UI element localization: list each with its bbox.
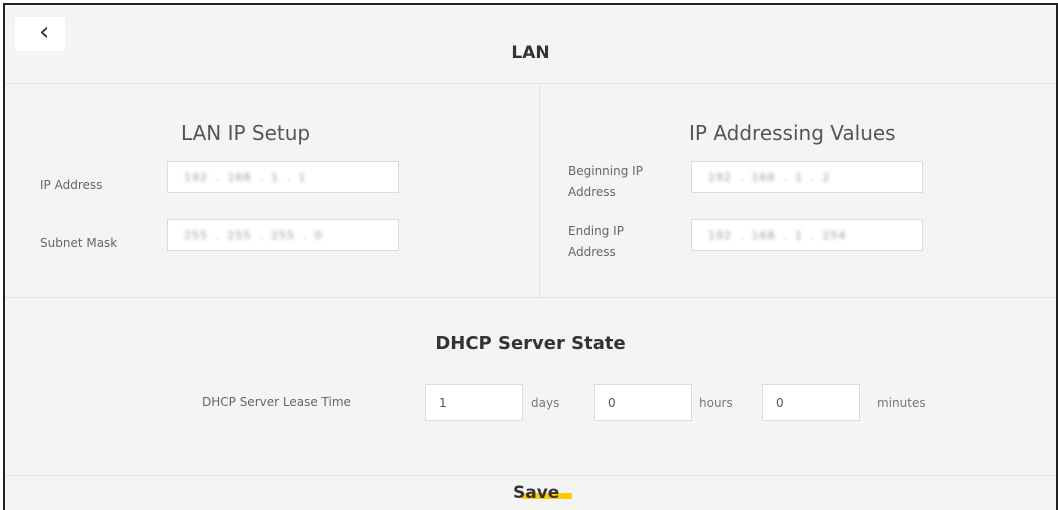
ending-ip-label-line1: Ending IP (568, 224, 624, 238)
mask-octet-3: 255 (271, 228, 295, 242)
octet-separator: . (259, 228, 264, 242)
ip-octet-1: 192 (184, 170, 208, 184)
lease-time-label: DHCP Server Lease Time (202, 395, 351, 409)
mask-octet-2: 255 (227, 228, 252, 242)
back-chevron-icon[interactable]: ‹ (39, 19, 49, 45)
ip-addressing-title: IP Addressing Values (689, 121, 896, 145)
ip-octet-4: 1 (298, 170, 307, 184)
lease-minutes-input[interactable]: 0 (762, 384, 860, 421)
dhcp-server-state-title: DHCP Server State (435, 333, 626, 354)
begin-octet-4: 2 (822, 170, 831, 184)
end-octet-3: 1 (795, 228, 803, 242)
subnet-mask-label: Subnet Mask (40, 236, 118, 250)
octet-separator: . (303, 228, 307, 242)
ending-ip-label: Ending IP Address (568, 221, 624, 263)
octet-separator: . (740, 170, 744, 184)
octet-separator: . (740, 228, 744, 242)
lan-ip-setup-title: LAN IP Setup (181, 121, 311, 145)
beginning-ip-label: Beginning IP Address (568, 161, 643, 203)
end-octet-2: 168 (751, 228, 776, 242)
lan-settings-panel: ‹ LAN LAN IP Setup IP Address 192. 168. … (3, 3, 1058, 510)
ip-addressing-section: IP Addressing Values Beginning IP Addres… (541, 85, 1056, 297)
lease-hours-input[interactable]: 0 (594, 384, 692, 421)
mask-octet-4: 0 (314, 228, 323, 242)
beginning-ip-label-line2: Address (568, 185, 616, 199)
ip-address-field[interactable]: 192. 168. 1. 1 (167, 161, 399, 193)
days-unit-label: days (531, 396, 560, 410)
subnet-mask-field[interactable]: 255. 255. 255. 0 (167, 219, 399, 251)
octet-separator: . (811, 170, 815, 184)
lan-ip-setup-section: LAN IP Setup IP Address 192. 168. 1. 1 S… (5, 85, 540, 297)
octet-separator: . (216, 228, 220, 242)
ending-ip-label-line2: Address (568, 245, 616, 259)
octet-separator: . (287, 170, 291, 184)
begin-octet-1: 192 (708, 170, 732, 184)
ip-octet-3: 1 (271, 170, 279, 184)
end-octet-1: 192 (708, 228, 732, 242)
end-octet-4: 254 (822, 228, 847, 242)
ip-octet-2: 168 (227, 170, 252, 184)
page-title: LAN (511, 43, 550, 63)
octet-separator: . (811, 228, 815, 242)
save-button[interactable]: Save (513, 483, 559, 503)
begin-octet-3: 1 (795, 170, 803, 184)
octet-separator: . (783, 228, 788, 242)
octet-separator: . (259, 170, 264, 184)
beginning-ip-field[interactable]: 192. 168. 1. 2 (691, 161, 923, 193)
beginning-ip-label-line1: Beginning IP (568, 164, 643, 178)
ending-ip-field[interactable]: 192. 168. 1. 254 (691, 219, 923, 251)
hours-unit-label: hours (699, 396, 733, 410)
octet-separator: . (216, 170, 220, 184)
octet-separator: . (783, 170, 788, 184)
begin-octet-2: 168 (751, 170, 776, 184)
footer-divider (5, 475, 1056, 476)
mask-octet-1: 255 (184, 228, 208, 242)
lease-days-input[interactable]: 1 (425, 384, 523, 421)
page-header: ‹ LAN (5, 5, 1056, 84)
section-divider (5, 297, 1056, 298)
ip-address-label: IP Address (40, 178, 103, 192)
minutes-unit-label: minutes (877, 396, 926, 410)
